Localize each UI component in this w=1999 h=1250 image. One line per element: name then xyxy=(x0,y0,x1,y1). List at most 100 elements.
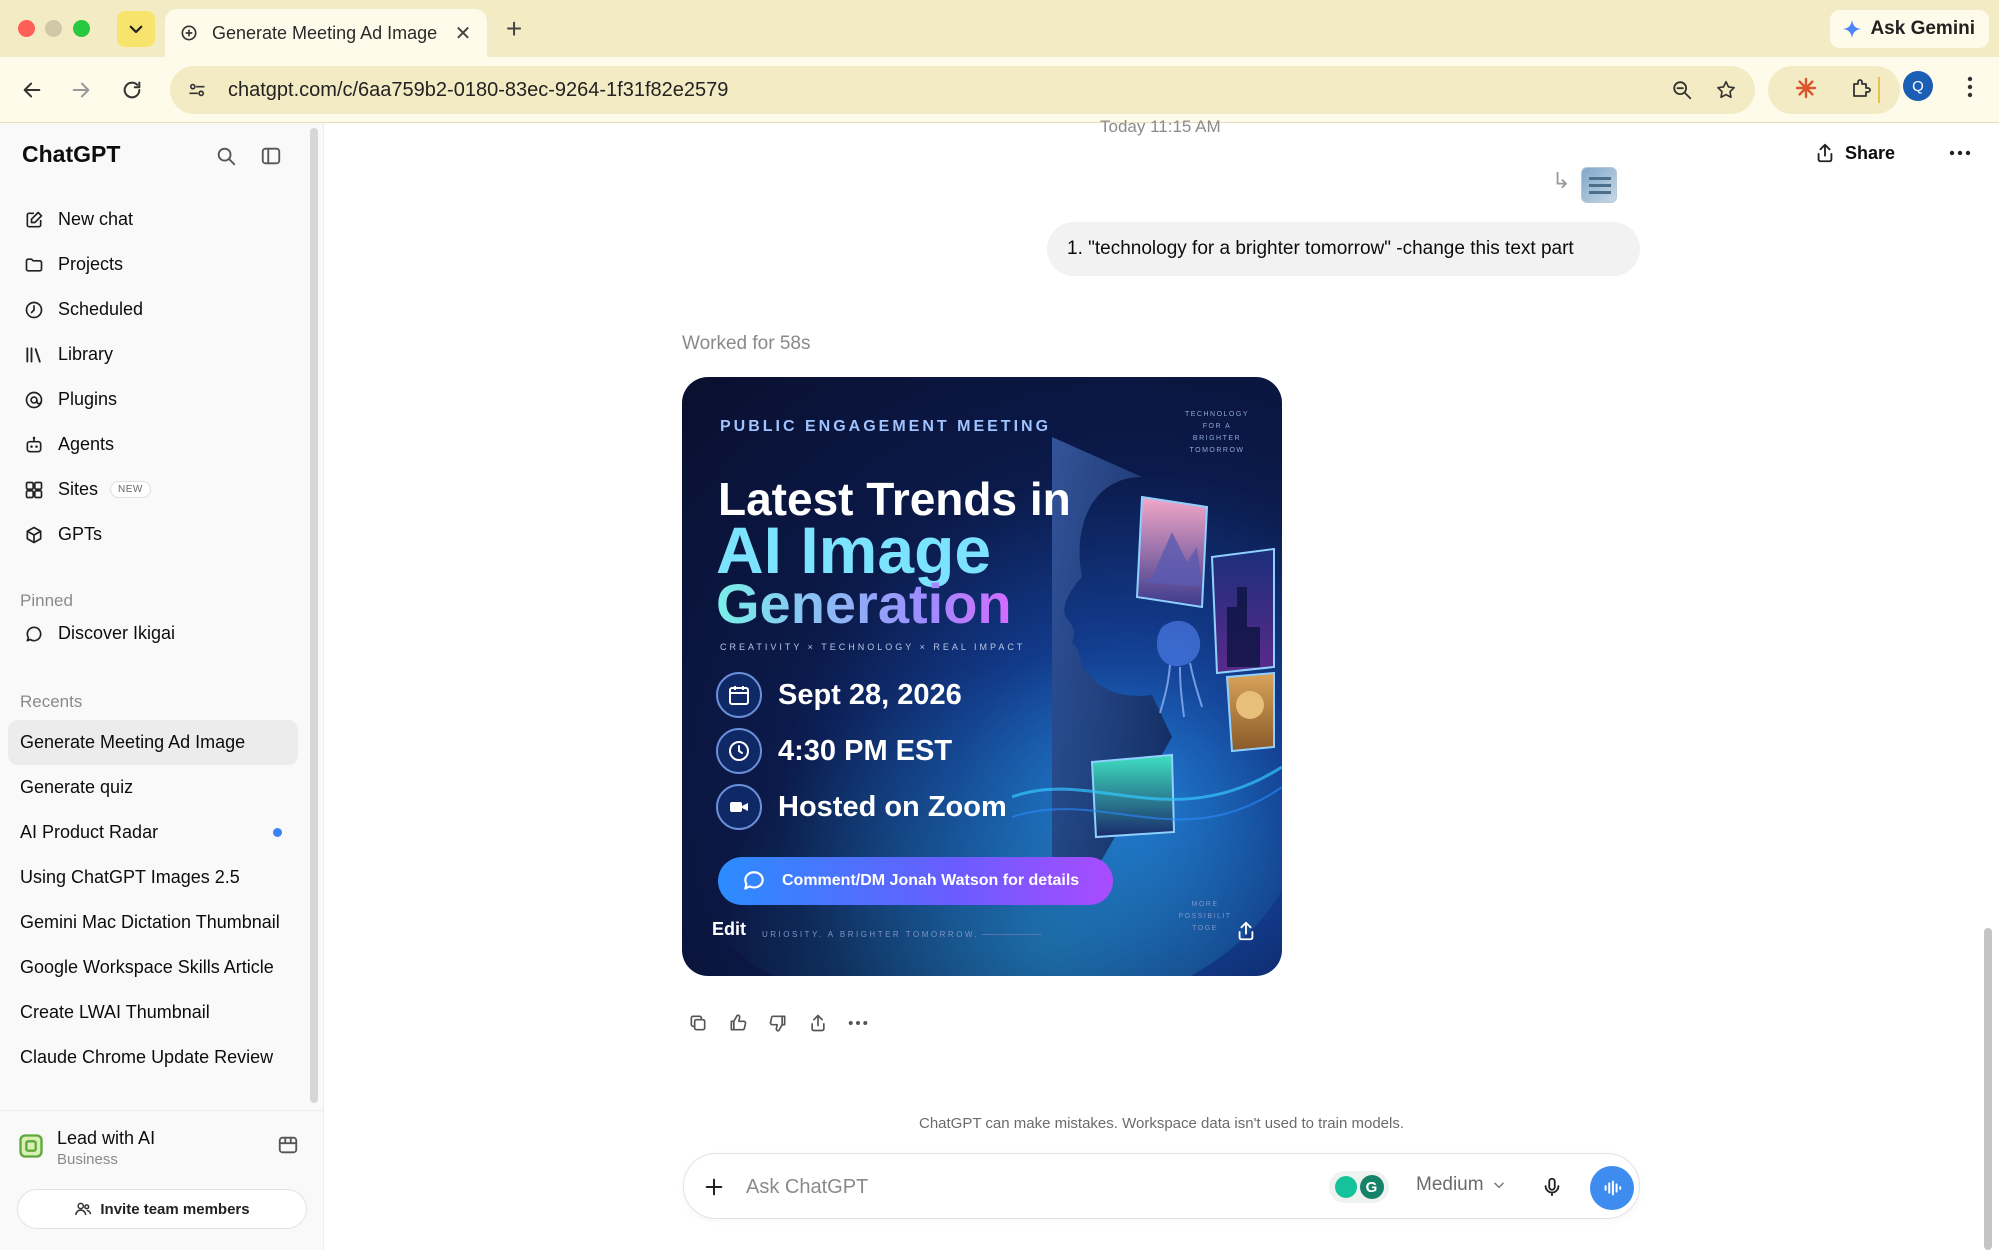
extensions-puzzle-icon[interactable] xyxy=(1850,76,1874,105)
share-icon xyxy=(811,1014,825,1032)
worked-duration-label[interactable]: Worked for 58s xyxy=(682,333,810,355)
users-icon xyxy=(75,1202,92,1216)
more-horizontal-icon xyxy=(1949,150,1971,156)
grammarly-widget[interactable]: G xyxy=(1329,1171,1389,1203)
browser-tab-active[interactable]: Generate Meeting Ad Image ✕ xyxy=(165,9,487,57)
grammarly-assist-icon xyxy=(1334,1176,1357,1198)
voice-mode-button[interactable] xyxy=(1590,1166,1634,1210)
image-edit-button[interactable]: Edit xyxy=(712,919,746,940)
pinned-item[interactable]: Discover Ikigai xyxy=(8,611,298,656)
recent-chat-label: Using ChatGPT Images 2.5 xyxy=(20,867,240,887)
sidebar-item-scheduled[interactable]: Scheduled xyxy=(8,287,298,332)
recent-chat-item[interactable]: Google Workspace Skills Article xyxy=(8,945,298,990)
sidebar-item-plugins[interactable]: Plugins xyxy=(8,377,298,422)
generated-ad-image[interactable]: PUBLIC ENGAGEMENT MEETING TECHNOLOGY FOR… xyxy=(682,377,1282,976)
sidebar-brand[interactable]: ChatGPT xyxy=(22,141,120,168)
model-selector[interactable]: Medium xyxy=(1416,1174,1506,1196)
sidebar-item-agents[interactable]: Agents xyxy=(8,422,298,467)
message-action-bar xyxy=(682,1007,874,1039)
thumbs-up-icon xyxy=(730,1014,747,1031)
copy-icon xyxy=(690,1015,706,1031)
folder-icon xyxy=(22,253,46,277)
chat-scrollbar[interactable] xyxy=(1984,928,1992,1250)
image-share-button[interactable] xyxy=(1229,914,1263,948)
robot-icon xyxy=(22,433,46,457)
copy-button[interactable] xyxy=(682,1007,714,1039)
invite-team-button[interactable]: Invite team members xyxy=(17,1189,307,1229)
back-button[interactable] xyxy=(16,74,48,106)
maximize-window-button[interactable] xyxy=(73,20,90,37)
browser-menu-button[interactable] xyxy=(1955,71,1985,103)
recent-chat-item[interactable]: Claude Chrome Update Review xyxy=(8,1035,298,1080)
bookmark-star-icon[interactable] xyxy=(1711,75,1741,105)
close-window-button[interactable] xyxy=(18,20,35,37)
new-tab-button[interactable]: + xyxy=(498,13,530,45)
recent-chat-label: AI Product Radar xyxy=(20,822,159,842)
share-label: Share xyxy=(1845,142,1896,163)
sidebar-item-gpts[interactable]: GPTs xyxy=(8,512,298,557)
share-button[interactable]: Share xyxy=(1814,135,1895,171)
sidebar-item-library[interactable]: Library xyxy=(8,332,298,377)
sidebar-item-projects[interactable]: Projects xyxy=(8,242,298,287)
address-bar[interactable]: chatgpt.com/c/6aa759b2-0180-83ec-9264-1f… xyxy=(170,66,1755,114)
recent-chat-item[interactable]: Generate quiz xyxy=(8,765,298,810)
recent-chat-item[interactable]: Gemini Mac Dictation Thumbnail xyxy=(8,900,298,945)
forward-button[interactable] xyxy=(65,74,97,106)
sidebar-scrollbar[interactable] xyxy=(310,128,318,1103)
thumbs-down-button[interactable] xyxy=(762,1007,794,1039)
sidebar-item-label: Agents xyxy=(58,434,115,454)
profile-avatar[interactable]: Q xyxy=(1903,71,1933,101)
recents-list: Generate Meeting Ad Image Generate quiz … xyxy=(8,720,298,1080)
sidebar: ChatGPT New chat Projects Scheduled Libr… xyxy=(0,123,324,1250)
sidebar-item-new-chat[interactable]: New chat xyxy=(8,197,298,242)
message-timestamp: Today 11:15 AM xyxy=(1100,117,1221,136)
conversation-options-button[interactable] xyxy=(1942,135,1978,171)
sidebar-item-label: Library xyxy=(58,344,114,364)
prompt-input[interactable] xyxy=(746,1172,1306,1202)
sidebar-toggle-icon xyxy=(261,147,281,165)
pinned-list: Discover Ikigai xyxy=(8,611,298,656)
more-actions-button[interactable] xyxy=(842,1007,874,1039)
share-message-button[interactable] xyxy=(802,1007,834,1039)
sidebar-nav: New chat Projects Scheduled Library Plug… xyxy=(8,197,298,557)
ad-platform-row: Hosted on Zoom xyxy=(716,783,1007,831)
disclaimer-text: ChatGPT can make mistakes. Workspace dat… xyxy=(918,1115,1405,1132)
ad-cta-pill: Comment/DM Jonah Watson for details xyxy=(718,857,1113,905)
microphone-icon xyxy=(1544,1177,1560,1197)
recent-chat-label: Create LWAI Thumbnail xyxy=(20,1002,210,1022)
ask-gemini-button[interactable]: Ask Gemini xyxy=(1830,10,1989,48)
workspace-switch-button[interactable] xyxy=(274,1131,302,1159)
sites-icon xyxy=(22,478,46,502)
add-attachment-button[interactable] xyxy=(698,1171,730,1203)
minimize-window-button[interactable] xyxy=(45,20,62,37)
recent-chat-item[interactable]: Generate Meeting Ad Image xyxy=(8,720,298,765)
ask-gemini-label: Ask Gemini xyxy=(1870,18,1975,39)
zoom-icon[interactable] xyxy=(1667,75,1697,105)
recent-chat-item[interactable]: Using ChatGPT Images 2.5 xyxy=(8,855,298,900)
tab-close-icon[interactable]: ✕ xyxy=(453,21,473,46)
chat-main: Today 11:15 AM Share ↳ 1. "technology fo… xyxy=(324,117,1999,1250)
chat-bubble-icon xyxy=(22,622,46,646)
site-info-icon[interactable] xyxy=(182,75,212,105)
sidebar-item-label: Scheduled xyxy=(58,299,144,319)
recent-chat-item[interactable]: Create LWAI Thumbnail xyxy=(8,990,298,1035)
plus-icon xyxy=(705,1178,723,1196)
claude-extension-icon[interactable] xyxy=(1794,76,1818,105)
attachment-thumbnail[interactable] xyxy=(1581,167,1617,203)
reload-button[interactable] xyxy=(116,74,148,106)
ad-date: Sept 28, 2026 xyxy=(778,678,962,711)
arrow-left-icon xyxy=(23,82,41,98)
toggle-sidebar-button[interactable] xyxy=(255,140,287,172)
tab-search-button[interactable] xyxy=(117,11,155,47)
dictate-button[interactable] xyxy=(1536,1171,1568,1203)
ad-footer-divider xyxy=(982,934,1042,935)
recent-chat-item[interactable]: AI Product Radar xyxy=(8,810,298,855)
workspace-name[interactable]: Lead with AI xyxy=(57,1128,155,1149)
browser-toolbar: chatgpt.com/c/6aa759b2-0180-83ec-9264-1f… xyxy=(0,57,1999,123)
search-chats-button[interactable] xyxy=(210,140,242,172)
model-selector-label: Medium xyxy=(1416,1174,1484,1195)
browser-tab-bar: Generate Meeting Ad Image ✕ + Ask Gemini xyxy=(0,0,1999,57)
thumbs-up-button[interactable] xyxy=(722,1007,754,1039)
chevron-down-icon xyxy=(1493,1182,1504,1189)
sidebar-item-sites[interactable]: Sites NEW xyxy=(8,467,298,512)
